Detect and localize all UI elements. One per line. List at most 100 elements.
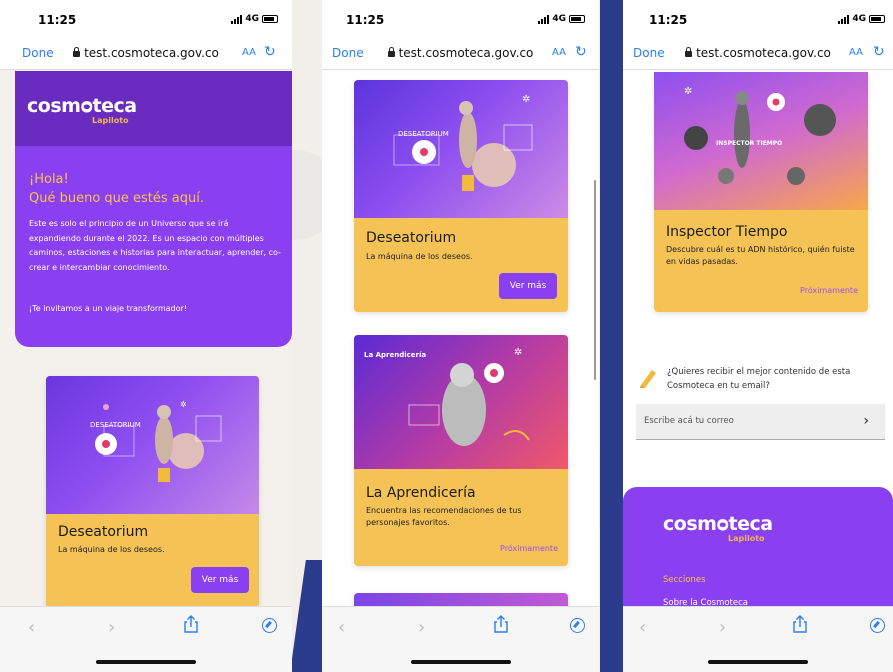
url-text: test.cosmoteca.gov.co — [84, 46, 219, 60]
battery-icon — [262, 15, 278, 23]
card-description: La máquina de los deseos. — [366, 252, 473, 261]
inspector-tiempo-card[interactable]: ✲ INSPECTOR TIEMPO Inspector Tiempo Desc… — [654, 72, 868, 312]
site-footer: cosmᴑteca Lapiloto Secciones Sobre la Co… — [623, 487, 893, 617]
share-icon[interactable] — [182, 615, 200, 633]
deseatorium-card[interactable]: ✲ DESEATORIUM Deseatorium La máquina de … — [46, 376, 259, 608]
back-icon[interactable]: ‹ — [639, 617, 646, 638]
signal-bars-icon — [838, 14, 850, 24]
lock-icon — [685, 47, 693, 57]
aprendiceria-illustration: ✲ La Aprendicería — [354, 335, 568, 469]
background-panel — [600, 0, 624, 672]
forward-icon[interactable]: › — [108, 617, 115, 638]
email-field[interactable]: Escribe acá tu correo › — [636, 404, 885, 440]
welcome-card: ¡Hola! Qué bueno que estés aquí. Este es… — [15, 146, 292, 347]
text-size-button[interactable]: AA — [552, 47, 566, 58]
illustration-label: DESEATORIUM — [398, 130, 449, 138]
cosmoteca-logo[interactable]: cosmᴑteca Lapiloto — [663, 513, 773, 543]
deseatorium-card[interactable]: ✲ DESEATORIUM Deseatorium La máquina de … — [354, 80, 568, 312]
battery-icon — [869, 15, 885, 23]
browser-url-bar: Done test.cosmoteca.gov.co AA ↻ — [322, 40, 599, 70]
welcome-heading: Qué bueno que estés aquí. — [29, 191, 205, 206]
illustration-label: INSPECTOR TIEMPO — [716, 140, 783, 147]
back-icon[interactable]: ‹ — [28, 617, 35, 638]
scrollbar[interactable] — [594, 180, 596, 380]
coming-soon-label: Próximamente — [800, 286, 858, 295]
compass-icon[interactable] — [870, 618, 885, 633]
status-bar: 11:25 4G — [322, 0, 599, 40]
back-icon[interactable]: ‹ — [338, 617, 345, 638]
intro-paragraph: Este es solo el principio de un Universo… — [29, 219, 281, 272]
home-indicator — [708, 660, 808, 664]
logo-text-b: teca — [92, 95, 137, 117]
cosmoteca-logo[interactable]: cosmᴑteca Lapiloto — [27, 95, 137, 125]
submit-arrow-icon[interactable]: › — [863, 413, 869, 429]
forward-icon[interactable]: › — [719, 617, 726, 638]
logo-text-a: cosm — [663, 513, 717, 535]
clock: 11:25 — [38, 13, 77, 27]
logo-text-a: cosm — [27, 95, 81, 117]
url-text: test.cosmoteca.gov.co — [696, 46, 831, 60]
reload-icon[interactable]: ↻ — [873, 44, 885, 60]
ver-mas-button[interactable]: Ver más — [191, 567, 249, 593]
reload-icon[interactable]: ↻ — [575, 44, 587, 60]
svg-text:✲: ✲ — [522, 94, 530, 105]
clock: 11:25 — [346, 13, 385, 27]
share-icon[interactable] — [791, 615, 809, 633]
lock-icon — [73, 47, 81, 57]
aprendiceria-card[interactable]: ✲ La Aprendicería La Aprendicería Encuen… — [354, 335, 568, 566]
illustration-label: DESEATORIUM — [90, 421, 141, 429]
card-title: La Aprendicería — [366, 485, 476, 501]
svg-text:✲: ✲ — [684, 86, 692, 97]
logo-text-b: teca — [728, 513, 773, 535]
compass-icon[interactable] — [262, 618, 277, 633]
signal-indicator: 4G — [838, 14, 885, 24]
forward-icon[interactable]: › — [418, 617, 425, 638]
text-size-button[interactable]: AA — [849, 47, 863, 58]
compass-icon[interactable] — [570, 618, 585, 633]
phone-screen-2: 11:25 4G Done test.cosmoteca.gov.co AA ↻… — [322, 0, 599, 672]
site-header: cosmᴑteca Lapiloto — [15, 71, 292, 146]
url-text: test.cosmoteca.gov.co — [398, 46, 534, 60]
battery-icon — [569, 15, 585, 23]
network-label: 4G — [852, 14, 866, 24]
network-label: 4G — [552, 14, 566, 24]
browser-toolbar: ‹ › — [322, 606, 599, 672]
logo-subtitle: Lapiloto — [728, 534, 765, 543]
status-bar: 11:25 4G — [0, 0, 292, 40]
email-placeholder: Escribe acá tu correo — [644, 416, 734, 426]
logo-subtitle: Lapiloto — [92, 116, 129, 125]
card-title: Deseatorium — [366, 230, 457, 246]
browser-toolbar: ‹ › — [0, 606, 292, 672]
card-title: Inspector Tiempo — [666, 224, 788, 240]
status-bar: 11:25 4G — [623, 0, 893, 40]
text-size-button[interactable]: AA — [242, 47, 256, 58]
share-icon[interactable] — [492, 615, 510, 633]
browser-toolbar: ‹ › — [623, 606, 893, 672]
browser-url-bar: Done test.cosmoteca.gov.co AA ↻ — [0, 40, 292, 70]
ver-mas-button[interactable]: Ver más — [499, 273, 557, 299]
reload-icon[interactable]: ↻ — [264, 44, 276, 60]
logo-o-icon: ᴑ — [716, 513, 729, 535]
coming-soon-label: Próximamente — [500, 544, 558, 553]
card-description: Descubre cuál es tu ADN histórico, quién… — [666, 245, 855, 266]
home-indicator — [410, 660, 511, 664]
phone-screen-1: 11:25 4G Done test.cosmoteca.gov.co AA ↻… — [0, 0, 292, 672]
illustration-label: La Aprendicería — [364, 351, 427, 359]
phone-screen-3: 11:25 4G Done test.cosmoteca.gov.co AA ↻… — [623, 0, 893, 672]
card-description: Encuentra las recomendaciones de tus per… — [366, 506, 522, 527]
invite-text: ¡Te invitamos a un viaje transformador! — [29, 304, 188, 313]
clock: 11:25 — [649, 13, 688, 27]
svg-text:✲: ✲ — [180, 400, 187, 409]
signal-indicator: 4G — [231, 14, 278, 24]
greeting-heading: ¡Hola! — [29, 172, 69, 187]
browser-url-bar: Done test.cosmoteca.gov.co AA ↻ — [623, 40, 893, 70]
card-title: Deseatorium — [58, 524, 149, 540]
network-label: 4G — [245, 14, 259, 24]
signal-indicator: 4G — [538, 14, 585, 24]
card-description: La máquina de los deseos. — [58, 545, 165, 554]
signal-bars-icon — [538, 14, 550, 24]
deseatorium-illustration: ✲ DESEATORIUM — [46, 376, 259, 514]
pencil-icon — [640, 370, 656, 388]
svg-text:✲: ✲ — [514, 347, 522, 358]
newsletter-prompt: ¿Quieres recibir el mejor contenido de e… — [667, 367, 851, 391]
